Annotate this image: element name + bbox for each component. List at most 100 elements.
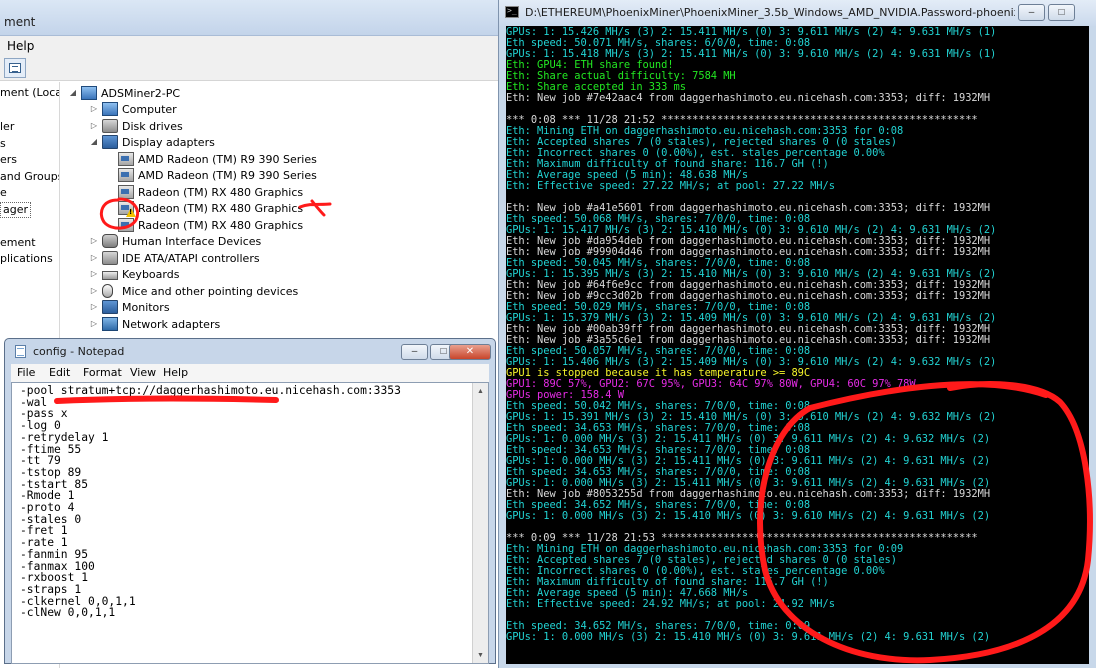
console-output[interactable]: GPUs: 1: 15.426 MH/s (3) 2: 15.411 MH/s … xyxy=(506,26,1089,664)
tree-node[interactable]: ▷ Human Interface Devices xyxy=(89,234,469,250)
tree-node[interactable]: ▷ Mice and other pointing devices xyxy=(89,284,469,300)
console-line: Eth: Effective speed: 24.92 MH/s; at poo… xyxy=(506,598,835,610)
tree-node[interactable]: ◢ Display adapters xyxy=(89,135,469,151)
notepad-text-area[interactable]: -pool stratum+tcp://daggerhashimoto.eu.n… xyxy=(11,382,489,664)
tree-node-label: AMD Radeon (TM) R9 390 Series xyxy=(138,169,317,182)
config-line: -retrydelay 1 xyxy=(20,430,109,444)
maximize-button[interactable]: □ xyxy=(1048,4,1075,21)
tree-node[interactable]: ▷ Keyboards xyxy=(89,267,469,283)
console-tree-item[interactable]: ment (Local xyxy=(0,86,59,102)
scroll-up-arrow-icon[interactable]: ▲ xyxy=(474,384,487,399)
tree-node[interactable]: AMD Radeon (TM) R9 390 Series xyxy=(105,168,485,184)
device-manager-menubar: Help xyxy=(0,36,500,56)
tree-node-label: IDE ATA/ATAPI controllers xyxy=(122,252,260,265)
scroll-down-arrow-icon[interactable]: ▼ xyxy=(474,648,487,663)
notepad-window: config - Notepad – □ ✕ File Edit Format Vie… xyxy=(4,338,496,664)
console-app-icon xyxy=(505,6,519,18)
console-tree-item[interactable]: ement xyxy=(0,236,36,252)
tree-node[interactable]: Radeon (TM) RX 480 Graphics xyxy=(105,201,485,217)
collapsed-arrow-icon[interactable]: ▷ xyxy=(89,302,99,312)
kb-icon xyxy=(102,271,118,280)
collapsed-arrow-icon[interactable]: ▷ xyxy=(89,269,99,279)
tree-node-label: Human Interface Devices xyxy=(122,235,262,248)
tree-node[interactable]: ▷ Computer xyxy=(89,102,469,118)
config-line: -fanmin 95 xyxy=(20,547,89,561)
menu-help[interactable]: Help xyxy=(7,39,34,53)
tree-node[interactable]: ▷ Disk drives xyxy=(89,119,469,135)
console-tree-item[interactable]: and Groups xyxy=(0,170,59,186)
tree-node[interactable]: ▷ Network adapters xyxy=(89,317,469,333)
console-tree-item[interactable]: ers xyxy=(0,153,17,169)
tree-node[interactable]: ◢ ADSMiner2-PC xyxy=(68,86,448,102)
console-title: D:\ETHEREUM\PhoenixMiner\PhoenixMiner_3.… xyxy=(525,6,1015,19)
notepad-title: config - Notepad xyxy=(33,345,125,358)
properties-icon xyxy=(9,63,21,73)
console-line: Eth: New job #7e42aac4 from daggerhashim… xyxy=(506,92,991,104)
notepad-menu-format[interactable]: Format xyxy=(83,366,122,379)
notepad-menu-file[interactable]: File xyxy=(17,366,35,379)
tree-node-label: Radeon (TM) RX 480 Graphics xyxy=(138,202,304,215)
notepad-minimize-button[interactable]: – xyxy=(401,344,428,360)
notepad-icon xyxy=(15,345,26,358)
collapsed-arrow-icon xyxy=(105,187,115,197)
collapsed-arrow-icon[interactable]: ▷ xyxy=(89,121,99,131)
tree-node[interactable]: ▷ Monitors xyxy=(89,300,469,316)
collapsed-arrow-icon[interactable]: ▷ xyxy=(89,236,99,246)
hid-icon xyxy=(102,234,118,248)
collapsed-arrow-icon[interactable]: ▷ xyxy=(89,286,99,296)
phoenixminer-console-window: D:\ETHEREUM\PhoenixMiner\PhoenixMiner_3.… xyxy=(498,0,1096,668)
expanded-arrow-icon[interactable]: ◢ xyxy=(68,88,78,98)
collapsed-arrow-icon xyxy=(105,170,115,180)
expanded-arrow-icon[interactable]: ◢ xyxy=(89,137,99,147)
device-manager-toolbar xyxy=(0,56,500,81)
collapsed-arrow-icon[interactable]: ▷ xyxy=(89,253,99,263)
notepad-close-button[interactable]: ✕ xyxy=(449,344,491,360)
net-icon xyxy=(102,317,118,331)
tree-node-label: ADSMiner2-PC xyxy=(101,87,181,100)
console-tree-item[interactable]: e xyxy=(0,186,7,202)
tree-node[interactable]: Radeon (TM) RX 480 Graphics xyxy=(105,185,485,201)
warning-icon xyxy=(126,208,136,217)
disk-icon xyxy=(102,119,118,133)
console-tree-item[interactable]: plications xyxy=(0,252,53,268)
tree-node[interactable]: ▷ IDE ATA/ATAPI controllers xyxy=(89,251,469,267)
config-line: -clNew 0,0,1,1 xyxy=(20,606,116,620)
collapsed-arrow-icon[interactable]: ▷ xyxy=(89,104,99,114)
tree-node-label: Keyboards xyxy=(122,268,180,281)
mouse-icon xyxy=(102,284,113,298)
console-titlebar[interactable]: D:\ETHEREUM\PhoenixMiner\PhoenixMiner_3.… xyxy=(499,0,1096,26)
tree-node-label: Mice and other pointing devices xyxy=(122,285,299,298)
device-manager-title: ment xyxy=(4,15,36,29)
collapsed-arrow-icon[interactable]: ▷ xyxy=(89,319,99,329)
console-line: GPUs: 1: 0.000 MH/s (3) 2: 15.410 MH/s (… xyxy=(506,510,991,522)
tree-node-label: Disk drives xyxy=(122,120,183,133)
card-icon xyxy=(118,152,134,166)
tree-node-label: Radeon (TM) RX 480 Graphics xyxy=(138,219,304,232)
monitor-icon xyxy=(102,300,118,314)
notepad-menu-view[interactable]: View xyxy=(130,366,156,379)
tree-node[interactable]: AMD Radeon (TM) R9 390 Series xyxy=(105,152,485,168)
notepad-menu-edit[interactable]: Edit xyxy=(49,366,70,379)
device-manager-titlebar[interactable]: ment xyxy=(0,0,500,36)
tree-node-label: Display adapters xyxy=(122,136,215,149)
console-tree-item[interactable]: ler xyxy=(0,120,14,136)
config-line: -pool stratum+tcp://daggerhashimoto.eu.n… xyxy=(20,384,401,397)
card-icon xyxy=(118,168,134,182)
console-tree-item[interactable]: ager xyxy=(0,202,32,218)
console-line: GPUs: 1: 0.000 MH/s (3) 2: 15.410 MH/s (… xyxy=(506,631,991,643)
collapsed-arrow-icon xyxy=(105,203,115,213)
tree-node-label: Computer xyxy=(122,103,177,116)
notepad-vertical-scrollbar[interactable]: ▲ ▼ xyxy=(472,383,488,663)
card-icon xyxy=(118,185,134,199)
collapsed-arrow-icon xyxy=(105,154,115,164)
monitor-icon xyxy=(102,135,118,149)
card-icon xyxy=(118,201,136,217)
notepad-titlebar[interactable]: config - Notepad – □ ✕ xyxy=(5,339,495,365)
tree-node[interactable]: Radeon (TM) RX 480 Graphics xyxy=(105,218,485,234)
tree-node-label: Network adapters xyxy=(122,318,221,331)
console-tree-item[interactable]: s xyxy=(0,137,6,153)
properties-button[interactable] xyxy=(4,58,26,78)
notepad-menu-help[interactable]: Help xyxy=(163,366,188,379)
collapsed-arrow-icon xyxy=(105,220,115,230)
minimize-button[interactable]: – xyxy=(1018,4,1045,21)
